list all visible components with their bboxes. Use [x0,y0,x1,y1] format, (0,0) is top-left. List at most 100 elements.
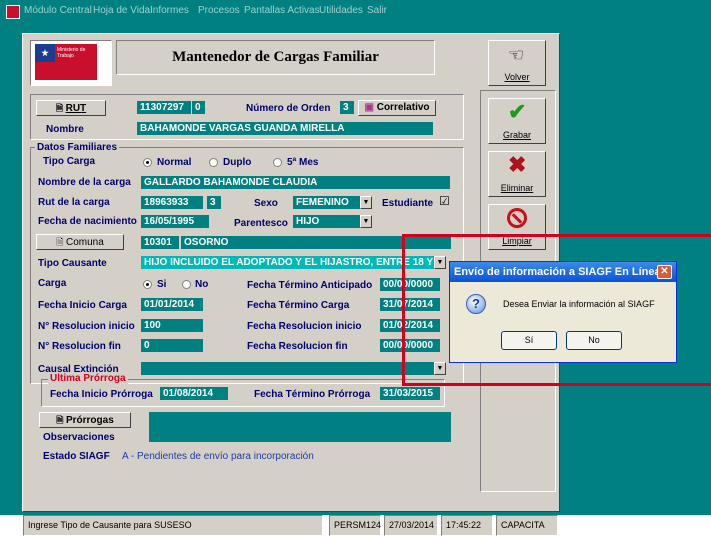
rut-value[interactable]: 11307297 [137,101,191,114]
nombre-carga-label: Nombre de la carga [38,177,131,188]
menu-informes[interactable]: Informes [150,5,189,16]
status-date: 27/03/2014 [384,515,438,536]
rut-search-icon: 🗎 [55,103,66,113]
fecha-inicio-carga-value[interactable]: 01/01/2014 [141,298,203,311]
status-code: PERSM124 [329,515,381,536]
prorroga-inicio-label: Fecha Inicio Prórroga [50,389,153,400]
fecha-nac-label: Fecha de nacimiento [38,216,137,227]
prorroga-inicio-value[interactable]: 01/08/2014 [160,387,228,400]
orden-label: Número de Orden [246,103,331,114]
menu-salir[interactable]: Salir [367,5,387,16]
radio-carga-si[interactable] [143,280,152,289]
termino-carga-label: Fecha Término Carga [247,300,350,311]
parentesco-dropdown-icon[interactable]: ▼ [360,215,372,228]
x-delete-icon: ✖ [508,152,527,177]
parentesco-select[interactable]: HIJO [293,215,361,228]
logo-panel: Ministerio de Trabajo [30,40,112,86]
logo-text: Ministerio de Trabajo [57,47,86,59]
correlativo-icon: ▣ [364,102,374,113]
resol-fin-value[interactable]: 0 [141,339,203,352]
sexo-dropdown-icon[interactable]: ▼ [360,196,372,209]
comuna-code[interactable]: 10301 [141,236,179,249]
page-title: Mantenedor de Cargas Familiar [116,40,435,75]
fecha-resol-inicio-label: Fecha Resolucion inicio [247,321,362,332]
fecha-resol-fin-label: Fecha Resolucion fin [247,341,348,352]
resol-fin-label: N° Resolucion fin [38,341,121,352]
estudiante-label: Estudiante [382,198,434,209]
rut-carga-value[interactable]: 18963933 [141,196,203,209]
dialog-message: Desea Enviar la información al SIAGF [503,299,655,309]
radio-duplo-label: Duplo [223,157,252,168]
rut-dv[interactable]: 0 [192,101,205,114]
prorrogas-search-icon: 🗎 [56,415,66,425]
rut-button[interactable]: 🗎 RUT [36,100,106,116]
dialog-titlebar: Envío de información a SIAGF En Línea ✕ [450,262,676,282]
tipo-carga-label: Tipo Carga [43,156,96,167]
sexo-label: Sexo [254,198,278,209]
resol-inicio-value[interactable]: 100 [141,319,203,332]
no-entry-icon [507,208,527,228]
status-time: 17:45:22 [441,515,493,536]
radio-carga-si-label: Si [157,279,167,290]
status-mode: CAPACITA [496,515,558,536]
estado-siagf-label: Estado SIAGF [43,451,110,462]
menu-bar: Módulo Central Hoja de Vida Informes Pro… [0,0,711,22]
radio-quinto-mes[interactable] [273,158,282,167]
comuna-button[interactable]: 🗎 Comuna [36,234,124,250]
comuna-button-label: Comuna [65,237,104,248]
tipo-causante-select[interactable]: HIJO INCLUIDO EL ADOPTADO Y EL HIJASTRO,… [141,256,434,269]
datos-familiares-label: Datos Familiares [35,142,120,153]
siagf-dialog: Envío de información a SIAGF En Línea ✕ … [449,261,677,363]
menu-pantallas-activas[interactable]: Pantallas Activas [244,5,320,16]
radio-normal[interactable] [143,158,152,167]
observaciones-field[interactable] [149,412,451,442]
radio-normal-label: Normal [157,157,192,168]
eliminar-button[interactable]: ✖ Eliminar [488,151,546,197]
prorrogas-button-label: Prórrogas [65,415,114,426]
radio-carga-no-label: No [195,279,209,290]
orden-value[interactable]: 3 [340,101,354,114]
radio-quinto-mes-label: 5ª Mes [287,157,319,168]
correlativo-label: Correlativo [376,102,430,113]
ultima-prorroga-label: Ultima Prórroga [48,373,128,384]
dialog-close-icon[interactable]: ✕ [657,265,672,279]
observaciones-label: Observaciones [43,432,115,443]
correlativo-button[interactable]: ▣ Correlativo [358,100,436,116]
causal-select[interactable] [141,362,434,375]
tipo-causante-label: Tipo Causante [38,258,107,269]
rut-carga-label: Rut de la carga [38,197,110,208]
carga-label: Carga [38,278,67,289]
comuna-search-icon: 🗎 [56,237,66,247]
resol-inicio-label: N° Resolucion inicio [38,321,135,332]
prorroga-termino-label: Fecha Término Prórroga [254,389,371,400]
dialog-title: Envío de información a SIAGF En Línea [454,266,661,278]
fecha-nac-value[interactable]: 16/05/1995 [141,215,209,228]
prorroga-termino-value[interactable]: 31/03/2015 [380,387,440,400]
termino-anticipado-label: Fecha Término Anticipado [247,280,373,291]
status-message: Ingrese Tipo de Causante para SUSESO [23,515,323,536]
estudiante-checkbox[interactable]: ☑ [439,194,450,208]
checkmark-icon: ✔ [508,99,527,124]
dialog-no-button[interactable]: No [566,331,622,350]
menu-hoja-de-vida[interactable]: Hoja de Vida [93,5,150,16]
prorrogas-button[interactable]: 🗎 Prórrogas [39,412,131,428]
menu-procesos[interactable]: Procesos [198,5,240,16]
nombre-carga-value[interactable]: GALLARDO BAHAMONDE CLAUDIA [141,176,450,189]
question-icon: ? [466,294,486,314]
rut-carga-dv[interactable]: 3 [207,196,221,209]
radio-carga-no[interactable] [182,280,191,289]
parentesco-label: Parentesco [234,218,288,229]
dialog-yes-button[interactable]: Sí [501,331,557,350]
menu-utilidades[interactable]: Utilidades [319,5,363,16]
grabar-button[interactable]: ✔ Grabar [488,98,546,144]
app-icon [6,5,20,19]
sexo-select[interactable]: FEMENINO [293,196,361,209]
fecha-inicio-carga-label: Fecha Inicio Carga [38,300,127,311]
ministerio-logo: Ministerio de Trabajo [35,44,97,80]
rut-button-label: RUT [65,103,87,114]
radio-duplo[interactable] [209,158,218,167]
volver-button[interactable]: ☜ Volver [488,40,546,86]
nombre-value[interactable]: BAHAMONDE VARGAS GUANDA MIRELLA [137,122,433,135]
estado-siagf-value: A - Pendientes de envío para incorporaci… [122,451,314,462]
menu-modulo-central[interactable]: Módulo Central [24,5,92,16]
